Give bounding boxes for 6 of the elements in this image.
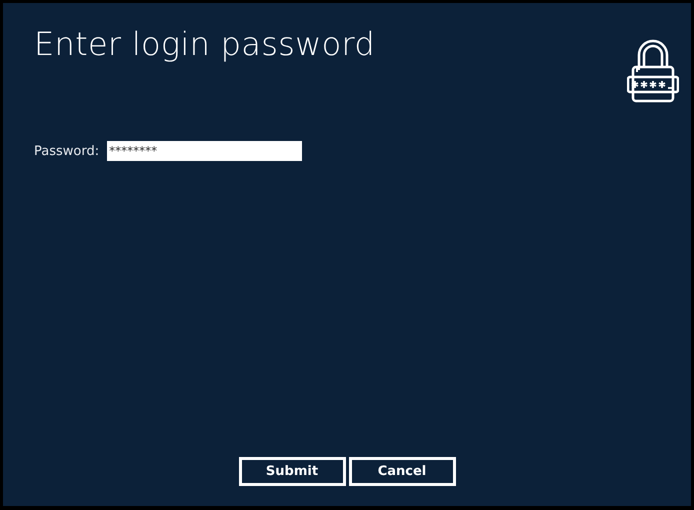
dialog-button[interactable]: Submit bbox=[238, 457, 346, 486]
password-field[interactable]: ******** bbox=[107, 141, 302, 161]
password-label: Password: bbox=[34, 144, 100, 158]
dialog-button[interactable]: Cancel bbox=[348, 457, 456, 486]
dialog-title: Enter login password bbox=[34, 25, 375, 63]
padlock-icon bbox=[627, 37, 679, 105]
